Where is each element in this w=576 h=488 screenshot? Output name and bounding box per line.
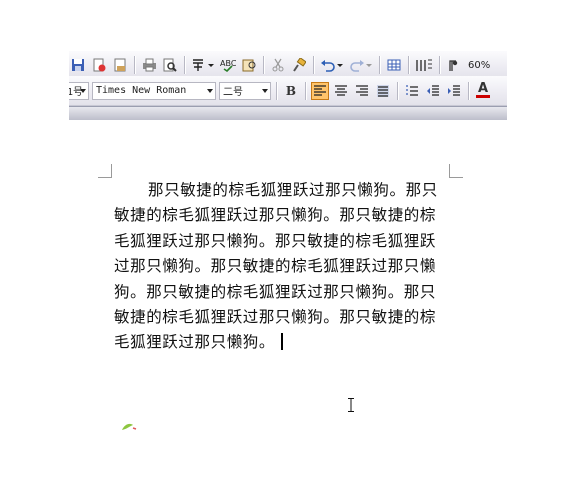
svg-text:ABC: ABC [220,59,236,68]
toolbar-separator [134,56,135,74]
align-left-button[interactable] [311,81,329,100]
font-color-label: A [477,81,489,96]
permission-icon[interactable] [90,56,108,74]
font-size-dropdown[interactable]: 二号 [219,81,271,100]
align-left-icon [314,84,326,96]
table-icon[interactable] [385,56,403,74]
numbered-list-icon [406,84,418,96]
toolbar-separator [263,56,264,74]
crop-mark-top-right-h [449,177,463,178]
chevron-down-icon [80,88,86,93]
toolbar-separator [408,56,409,74]
email-icon[interactable] [111,56,129,74]
font-size-value: 二号 [223,87,243,98]
align-right-icon [356,84,368,96]
font-name-dropdown[interactable]: Times New Roman [92,81,216,100]
crop-mark-top-left-v [111,164,112,178]
columns-icon[interactable] [414,56,434,74]
toolbar-separator [397,81,398,100]
cut-icon[interactable] [269,56,287,74]
ruler-strip [69,106,507,120]
toolbar-separator [439,56,440,74]
increase-indent-icon [448,84,460,96]
zoom-level[interactable]: 60% [468,60,490,71]
research-dropdown-icon[interactable] [190,56,216,74]
text-caret [281,333,284,351]
font-name-value: Times New Roman [96,85,187,96]
print-icon[interactable] [140,56,158,74]
crop-mark-top-left-h [98,177,112,178]
format-painter-icon[interactable] [290,56,308,74]
align-right-button[interactable] [353,82,371,100]
font-color-button[interactable]: A [474,82,492,100]
toolbar-separator [184,56,185,74]
font-size-dropdown-partial[interactable]: 1号 [69,81,89,100]
print-preview-icon[interactable] [161,56,179,74]
toolbar-separator [379,56,380,74]
ibeam-cursor-icon [348,398,354,412]
decrease-indent-icon [427,84,439,96]
numbering-button[interactable] [403,82,421,100]
decrease-indent-button[interactable] [424,82,442,100]
crop-mark-top-right-v [449,164,450,178]
bold-button[interactable]: B [282,82,300,100]
leaf-icon [122,423,137,430]
redo-icon[interactable] [348,56,374,74]
document-body[interactable]: 那只敏捷的棕毛狐狸跃过那只懒狗。那只敏捷的棕毛狐狸跃过那只懒狗。那只敏捷的棕毛狐… [114,178,450,356]
toolbar-separator [276,81,277,100]
toolbar-separator [305,81,306,100]
undo-icon[interactable] [319,56,345,74]
justify-button[interactable] [374,82,392,100]
document-paragraph: 那只敏捷的棕毛狐狸跃过那只懒狗。那只敏捷的棕毛狐狸跃过那只懒狗。那只敏捷的棕毛狐… [114,181,438,352]
justify-icon [377,84,389,97]
show-hide-icon[interactable] [445,56,463,74]
research-icon[interactable] [240,56,258,74]
chevron-down-icon [207,88,213,93]
word-window: ABC 60% 1号 Times New Roman 二号 B A [69,46,507,120]
increase-indent-button[interactable] [445,82,463,100]
align-center-button[interactable] [332,82,350,100]
align-center-icon [335,84,347,96]
chevron-down-icon [262,88,268,93]
font-color-swatch [476,95,490,98]
toolbar-separator [313,56,314,74]
spelling-icon[interactable]: ABC [219,56,237,74]
save-icon[interactable] [69,56,87,74]
formatting-toolbar: 1号 Times New Roman 二号 B A [69,76,507,106]
toolbar-separator [468,81,469,100]
